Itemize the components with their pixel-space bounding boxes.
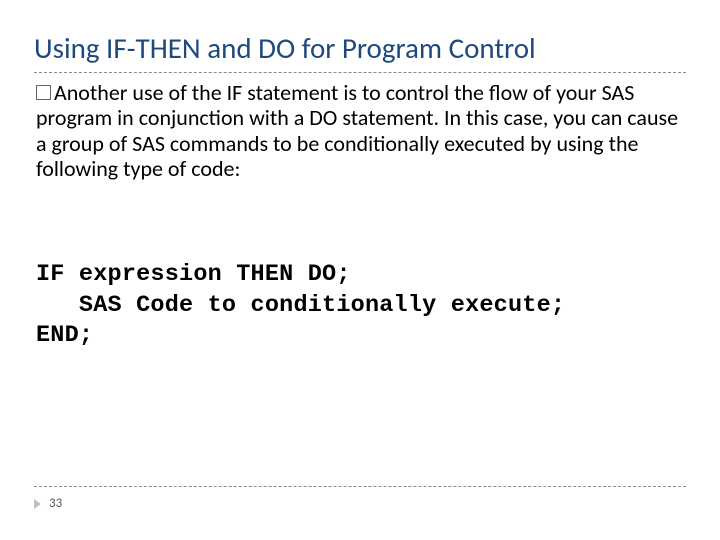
footer-underline [34, 486, 686, 487]
bullet-icon [36, 85, 51, 100]
code-line-2: SAS Code to conditionally execute; [36, 292, 565, 319]
code-block: IF expression THEN DO; SAS Code to condi… [36, 260, 686, 352]
code-line-3: END; [36, 322, 93, 349]
paragraph-text: Another use of the IF statement is to co… [36, 79, 678, 182]
title-underline [34, 72, 686, 73]
triangle-icon [34, 499, 41, 509]
code-line-1: IF expression THEN DO; [36, 261, 351, 288]
slide-title: Using IF-THEN and DO for Program Control [34, 30, 536, 66]
slide: Using IF-THEN and DO for Program Control… [0, 0, 720, 540]
page-number: 33 [49, 496, 62, 511]
body-text: Another use of the IF statement is to co… [36, 80, 686, 181]
page-marker: 33 [34, 496, 62, 511]
